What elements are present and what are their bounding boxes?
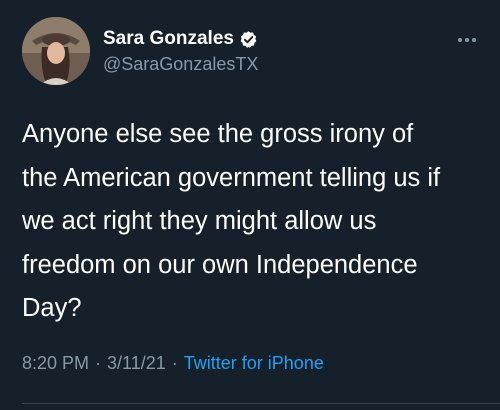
avatar[interactable] <box>22 17 90 85</box>
tweet-source-link[interactable]: Twitter for iPhone <box>184 353 324 374</box>
tweet-meta: 8:20 PM · 3/11/21 · Twitter for iPhone <box>22 350 324 376</box>
tweet-card: Sara Gonzales @SaraGonzalesTX Anyone els… <box>0 0 500 410</box>
tweet-date[interactable]: 3/11/21 <box>107 353 166 374</box>
verified-badge-icon <box>239 30 258 49</box>
author-display-name[interactable]: Sara Gonzales <box>103 28 234 50</box>
tweet-time[interactable]: 8:20 PM <box>22 353 89 374</box>
more-options-icon[interactable] <box>454 30 480 50</box>
tweet-text: Anyone else see the gross irony of the A… <box>22 120 441 322</box>
author-name-row[interactable]: Sara Gonzales <box>103 27 258 51</box>
meta-separator: · <box>95 352 102 373</box>
avatar-image <box>22 17 90 85</box>
author-handle[interactable]: @SaraGonzalesTX <box>103 54 258 75</box>
meta-separator: · <box>171 352 178 373</box>
divider <box>22 403 500 404</box>
